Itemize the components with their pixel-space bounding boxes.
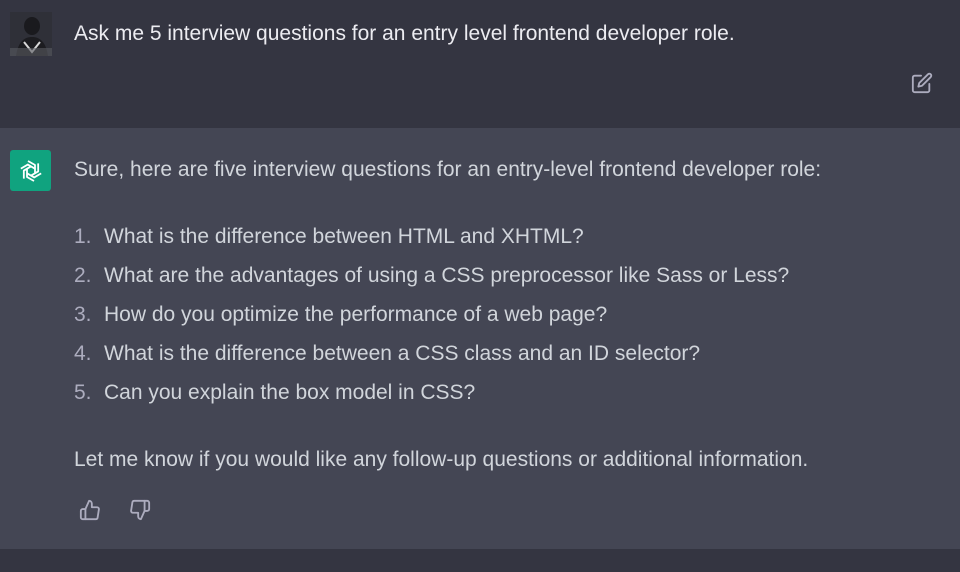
list-item-number: 2. bbox=[74, 264, 92, 287]
list-item-text: What is the difference between HTML and … bbox=[104, 225, 584, 248]
thumbs-down-icon bbox=[130, 499, 151, 521]
user-message-row: Ask me 5 interview questions for an entr… bbox=[0, 0, 960, 128]
thumbs-up-icon bbox=[79, 499, 100, 521]
list-item-text: How do you optimize the performance of a… bbox=[104, 303, 608, 326]
list-item: 1. What is the difference between HTML a… bbox=[74, 223, 934, 262]
bottom-strip bbox=[0, 549, 960, 572]
assistant-outro-text: Let me know if you would like any follow… bbox=[74, 448, 809, 471]
user-message-text: Ask me 5 interview questions for an entr… bbox=[74, 22, 735, 45]
list-item: 4. What is the difference between a CSS … bbox=[74, 340, 934, 379]
list-item: 5. Can you explain the box model in CSS? bbox=[74, 379, 934, 418]
openai-logo-icon bbox=[19, 159, 42, 182]
user-avatar bbox=[10, 12, 52, 56]
questions-list: 1. What is the difference between HTML a… bbox=[74, 223, 934, 418]
list-item-number: 3. bbox=[74, 303, 92, 326]
list-item-number: 5. bbox=[74, 381, 92, 404]
assistant-intro-text: Sure, here are five interview questions … bbox=[74, 158, 822, 181]
thumbs-down-button[interactable] bbox=[128, 498, 152, 522]
feedback-buttons bbox=[78, 498, 152, 522]
list-item-text: What is the difference between a CSS cla… bbox=[104, 342, 701, 365]
list-item: 2. What are the advantages of using a CS… bbox=[74, 262, 934, 301]
list-item-number: 1. bbox=[74, 225, 92, 248]
assistant-message-row: Sure, here are five interview questions … bbox=[0, 128, 960, 549]
assistant-avatar bbox=[10, 150, 51, 191]
edit-icon bbox=[911, 72, 933, 94]
assistant-message-content: Sure, here are five interview questions … bbox=[74, 156, 934, 474]
list-item-text: What are the advantages of using a CSS p… bbox=[104, 264, 790, 287]
list-item-number: 4. bbox=[74, 342, 92, 365]
list-item-text: Can you explain the box model in CSS? bbox=[104, 381, 476, 404]
thumbs-up-button[interactable] bbox=[78, 498, 102, 522]
edit-message-button[interactable] bbox=[909, 70, 935, 96]
list-item: 3. How do you optimize the performance o… bbox=[74, 301, 934, 340]
